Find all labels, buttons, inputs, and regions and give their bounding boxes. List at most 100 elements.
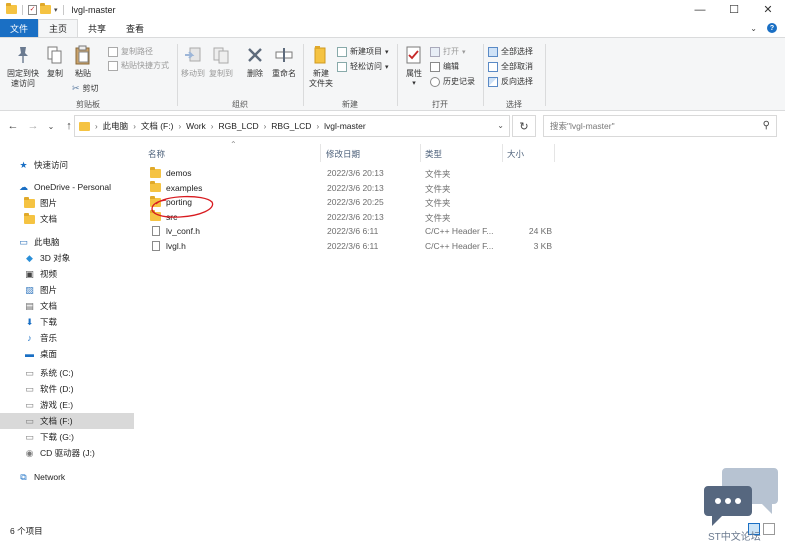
nav-item-label: 图片: [40, 198, 58, 208]
edit-button[interactable]: 编辑: [430, 61, 459, 72]
chevron-down-icon[interactable]: ⌄: [497, 121, 504, 130]
ribbon-tabs: 文件 主页 共享 查看 ⌄ ?: [0, 19, 785, 37]
folder-icon: [6, 3, 17, 14]
nav-item-label: 文档 (F:): [40, 416, 73, 426]
search-input[interactable]: 搜索"lvgl-master" ⚲: [543, 115, 777, 137]
quick-access-toolbar: ✓ ▾: [0, 3, 66, 15]
file-row[interactable]: lvgl.h 2022/3/6 6:11 C/C++ Header F... 3 KB: [146, 240, 556, 254]
breadcrumb-drive-f[interactable]: 文档 (F:): [141, 120, 174, 132]
nav-item[interactable]: ▭ 系统 (C:): [0, 365, 134, 381]
file-name-cell: src: [150, 210, 177, 222]
select-none-button[interactable]: 全部取消: [488, 61, 533, 72]
folder-icon: [150, 181, 161, 192]
nav-item[interactable]: 图片: [0, 195, 134, 211]
nav-item[interactable]: ⧉ Network: [0, 469, 134, 485]
nav-item[interactable]: ★ 快速访问: [0, 157, 134, 173]
drive-icon: ▭: [25, 367, 34, 378]
column-header-name[interactable]: 名称: [148, 148, 165, 160]
nav-item[interactable]: ☁ OneDrive - Personal: [0, 179, 134, 195]
file-type-cell: C/C++ Header F...: [425, 226, 494, 236]
rename-button[interactable]: 重命名: [270, 44, 298, 79]
folder-icon: [150, 195, 161, 207]
file-row[interactable]: examples 2022/3/6 20:13 文件夹: [146, 181, 556, 196]
nav-item[interactable]: ♪ 音乐: [0, 330, 134, 346]
drive-icon: ▭: [25, 399, 34, 410]
nav-item[interactable]: ▣ 视频: [0, 266, 134, 282]
easy-access-button[interactable]: 轻松访问 ▾: [337, 61, 389, 72]
file-date-cell: 2022/3/6 6:11: [327, 226, 379, 236]
file-row[interactable]: demos 2022/3/6 20:13 文件夹: [146, 166, 556, 181]
organize-group: 移动到 复制到 删除 重命名 组织: [178, 41, 302, 111]
properties-button[interactable]: 属性 ▾: [400, 44, 428, 89]
address-bar[interactable]: › 此电脑 › 文档 (F:) › Work › RGB_LCD › RBG_L…: [74, 115, 510, 137]
tab-view[interactable]: 查看: [116, 19, 154, 37]
properties-quick-icon[interactable]: ✓: [28, 4, 37, 15]
breadcrumb-work[interactable]: Work: [186, 121, 206, 131]
history-button[interactable]: 历史记录: [430, 76, 475, 87]
new-folder-button[interactable]: 新建 文件夹: [306, 44, 336, 89]
delete-button[interactable]: 删除: [244, 44, 266, 79]
maximize-button[interactable]: ☐: [717, 0, 751, 19]
nav-item-label: OneDrive - Personal: [34, 182, 112, 192]
file-row[interactable]: lv_conf.h 2022/3/6 6:11 C/C++ Header F... 2…: [146, 225, 556, 239]
select-all-button[interactable]: 全部选择: [488, 46, 533, 57]
file-row[interactable]: porting 2022/3/6 20:25 文件夹: [146, 195, 556, 210]
help-icon[interactable]: ?: [767, 23, 777, 33]
back-arrow-icon[interactable]: ←: [6, 120, 20, 132]
pin-quick-access-button[interactable]: 固定到快 速访问: [4, 44, 42, 89]
copy-button[interactable]: 复制: [44, 44, 66, 79]
nav-item[interactable]: ▭ 此电脑: [0, 234, 134, 250]
copy-to-button[interactable]: 复制到: [208, 44, 234, 79]
new-group-label: 新建: [342, 100, 358, 109]
chevron-down-icon[interactable]: ▾: [54, 6, 58, 14]
file-type-cell: 文件夹: [425, 169, 451, 179]
close-button[interactable]: ✕: [751, 0, 785, 19]
forward-arrow-icon[interactable]: →: [26, 120, 40, 132]
file-date-cell: 2022/3/6 20:25: [327, 197, 384, 207]
nav-item[interactable]: ◉ CD 驱动器 (J:): [0, 445, 134, 461]
breadcrumb-rgb-lcd[interactable]: RGB_LCD: [218, 121, 258, 131]
clipboard-group: 固定到快 速访问 复制 粘贴 复制路径 粘贴快捷方式 ✂ 剪切 剪贴板: [0, 41, 176, 111]
new-folder-quick-icon[interactable]: [40, 3, 51, 14]
nav-item[interactable]: 文档: [0, 211, 134, 227]
nav-item[interactable]: ▨ 图片: [0, 282, 134, 298]
file-row[interactable]: src 2022/3/6 20:13 文件夹: [146, 210, 556, 225]
tab-file[interactable]: 文件: [0, 19, 39, 37]
star-icon: ★: [19, 159, 28, 170]
easy-access-icon: [337, 61, 347, 72]
nav-item[interactable]: ▭ 下载 (G:): [0, 429, 134, 445]
navigation-pane: ★ 快速访问 ☁ OneDrive - Personal 图片文档 ▭ 此电脑 ◆ 3D 对象 ▣…: [0, 148, 136, 508]
breadcrumb-lvgl-master[interactable]: lvgl-master: [324, 121, 366, 131]
cd-drive-icon: ◉: [25, 447, 34, 458]
new-item-button[interactable]: 新建项目 ▾: [337, 46, 389, 57]
nav-item[interactable]: ⬇ 下载: [0, 314, 134, 330]
invert-selection-button[interactable]: 反向选择: [488, 76, 533, 87]
nav-item-label: 文档: [40, 301, 58, 311]
column-header-type[interactable]: 类型: [425, 148, 442, 160]
chevron-down-icon[interactable]: ⌄: [750, 24, 757, 33]
open-button[interactable]: 打开 ▾: [430, 46, 466, 57]
minimize-button[interactable]: —: [683, 0, 717, 19]
copy-path-button[interactable]: 复制路径: [108, 46, 153, 57]
breadcrumb-this-pc[interactable]: 此电脑: [103, 120, 129, 132]
breadcrumb-rbg-lcd[interactable]: RBG_LCD: [271, 121, 311, 131]
tab-share[interactable]: 共享: [78, 19, 116, 37]
select-group: 全部选择 全部取消 反向选择 选择: [484, 41, 544, 111]
cut-button[interactable]: ✂ 剪切: [72, 83, 99, 94]
nav-item[interactable]: ▤ 文档: [0, 298, 134, 314]
column-header-size[interactable]: 大小: [507, 148, 524, 160]
nav-item-label: CD 驱动器 (J:): [40, 448, 95, 458]
nav-item[interactable]: ◆ 3D 对象: [0, 250, 134, 266]
history-icon: [430, 76, 440, 87]
paste-button[interactable]: 粘贴: [72, 44, 94, 79]
nav-item[interactable]: ▭ 文档 (F:): [0, 413, 134, 429]
nav-item[interactable]: ▭ 软件 (D:): [0, 381, 134, 397]
refresh-button[interactable]: ↻: [512, 115, 536, 137]
move-to-button[interactable]: 移动到: [180, 44, 206, 79]
tab-home[interactable]: 主页: [38, 19, 79, 37]
nav-item[interactable]: ▭ 游戏 (E:): [0, 397, 134, 413]
paste-shortcut-button[interactable]: 粘贴快捷方式: [108, 60, 169, 71]
nav-item[interactable]: ▬ 桌面: [0, 346, 134, 362]
recent-locations-chevron-icon[interactable]: ⌄: [44, 122, 58, 131]
column-header-date[interactable]: 修改日期: [326, 148, 360, 160]
